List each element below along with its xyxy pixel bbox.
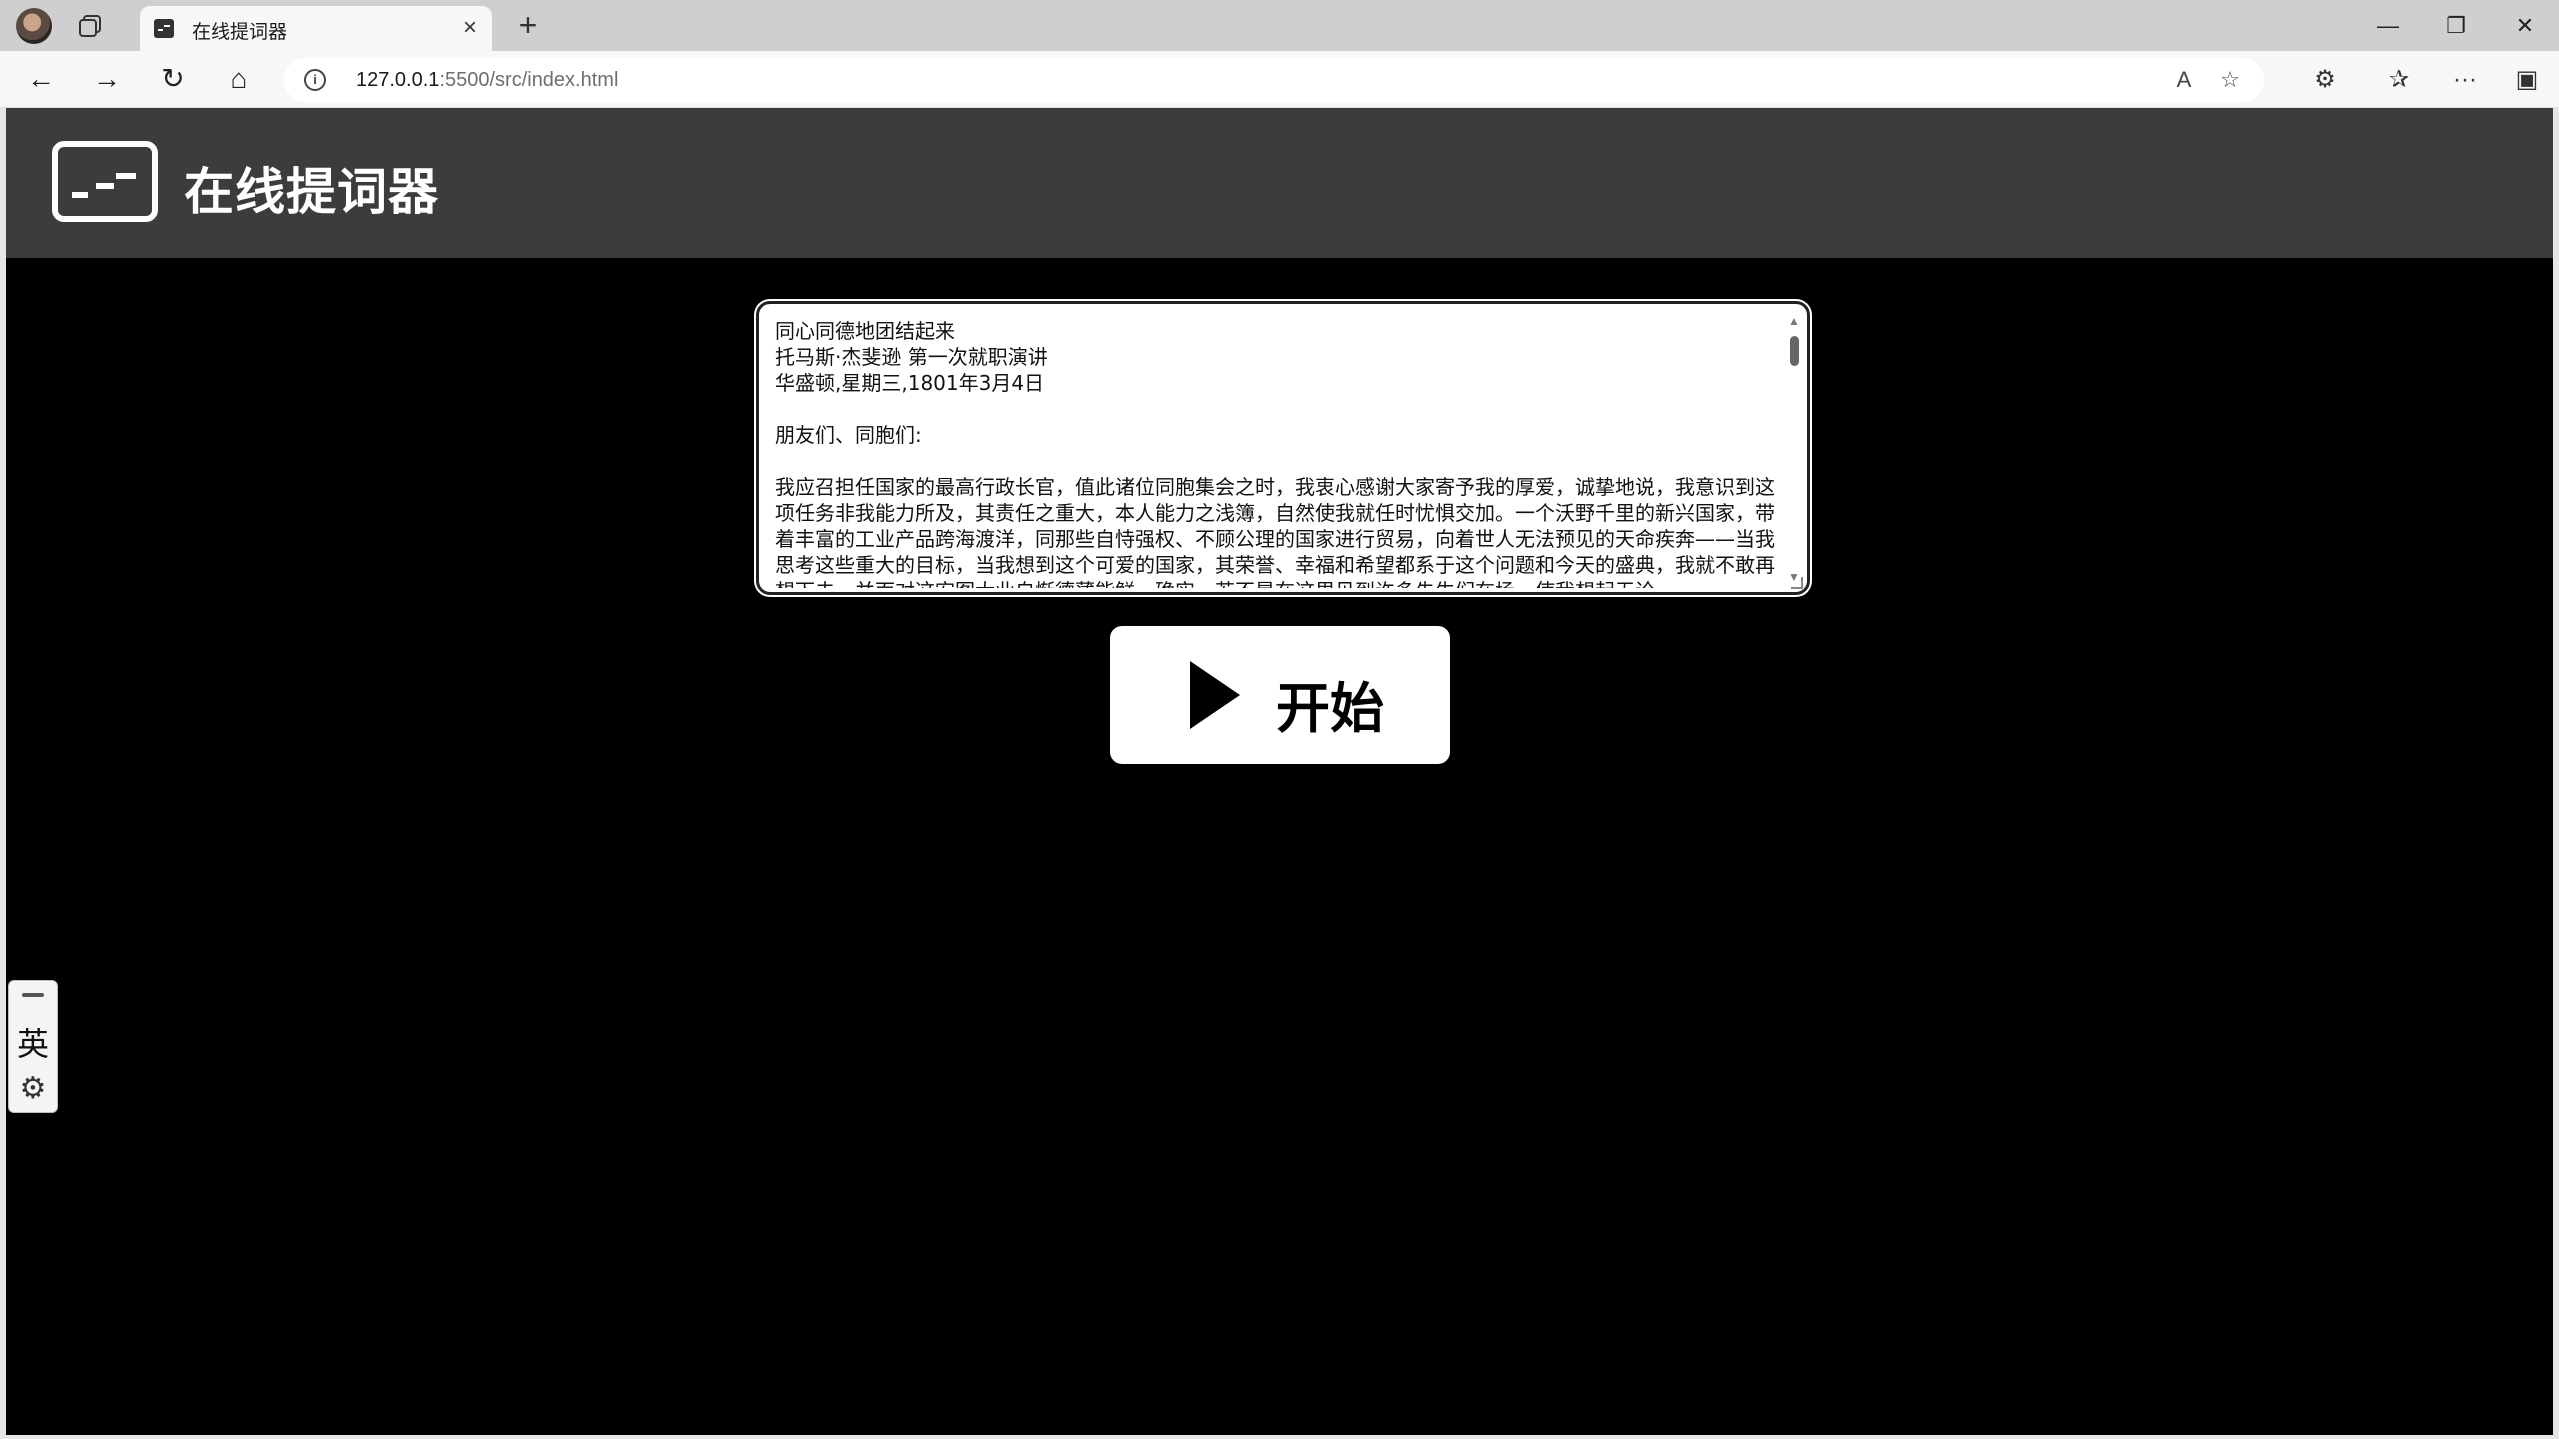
tab-title: 在线提词器 xyxy=(192,22,288,43)
extensions-icon[interactable]: ⚙ xyxy=(2308,63,2342,97)
new-tab-button[interactable]: + xyxy=(510,8,546,44)
url-path: :5500/src/index.html xyxy=(439,69,619,91)
ime-language-toggle[interactable]: 英 xyxy=(9,1019,57,1065)
tab-close-icon[interactable]: × xyxy=(456,14,484,42)
more-menu-icon[interactable]: ··· xyxy=(2448,63,2482,97)
refresh-button[interactable]: ↻ xyxy=(156,63,190,97)
scroll-up-arrow-icon[interactable]: ▲ xyxy=(1787,314,1801,328)
app-favicon-icon xyxy=(154,19,174,38)
ime-collapse-handle[interactable] xyxy=(22,993,44,997)
forward-button[interactable]: → xyxy=(90,63,124,97)
minimize-button[interactable]: — xyxy=(2354,0,2422,51)
back-button[interactable]: ← xyxy=(24,63,58,97)
page-body: 在线提词器 同心同德地团结起来 托马斯·杰斐逊 第一次就职演讲 华盛顿,星期三,… xyxy=(6,108,2553,1435)
profile-avatar[interactable] xyxy=(16,8,52,44)
ime-settings-icon[interactable]: ⚙ xyxy=(9,1071,57,1106)
favorites-icon[interactable]: ✰ xyxy=(2382,63,2416,97)
textarea-scrollbar[interactable]: ▲ ▼ xyxy=(1787,314,1801,584)
start-button[interactable]: 开始 xyxy=(1110,626,1450,764)
home-button[interactable]: ⌂ xyxy=(222,63,256,97)
read-aloud-icon[interactable]: A xyxy=(2170,66,2198,94)
restore-button[interactable]: ❐ xyxy=(2422,0,2490,51)
browser-tab-strip: 在线提词器 × + — ❐ ✕ xyxy=(0,0,2559,51)
url-text[interactable]: 127.0.0.1:5500/src/index.html xyxy=(356,69,618,92)
workspaces-icon[interactable] xyxy=(78,14,104,38)
teleprompter-logo-icon xyxy=(52,141,158,222)
start-button-label: 开始 xyxy=(1276,679,1384,739)
play-icon xyxy=(1190,661,1240,729)
site-info-icon[interactable]: i xyxy=(304,69,326,91)
ime-floating-toolbar[interactable]: 英 ⚙ xyxy=(8,980,58,1113)
scroll-thumb[interactable] xyxy=(1790,336,1799,366)
script-textarea[interactable]: 同心同德地团结起来 托马斯·杰斐逊 第一次就职演讲 华盛顿,星期三,1801年3… xyxy=(756,301,1810,595)
browser-tab-active[interactable]: 在线提词器 × xyxy=(140,6,492,51)
app-title: 在线提词器 xyxy=(184,164,439,220)
address-bar[interactable]: i 127.0.0.1:5500/src/index.html A ☆ xyxy=(284,58,2264,102)
script-text[interactable]: 同心同德地团结起来 托马斯·杰斐逊 第一次就职演讲 华盛顿,星期三,1801年3… xyxy=(775,318,1775,588)
app-header: 在线提词器 xyxy=(6,108,2553,258)
resize-grip-icon[interactable] xyxy=(1791,577,1803,589)
browser-toolbar: ← → ↻ ⌂ i 127.0.0.1:5500/src/index.html … xyxy=(0,51,2559,108)
favorite-star-icon[interactable]: ☆ xyxy=(2216,66,2244,94)
sidebar-toggle-icon[interactable]: ▣ xyxy=(2510,63,2544,97)
close-window-button[interactable]: ✕ xyxy=(2491,0,2559,51)
url-host: 127.0.0.1 xyxy=(356,69,440,91)
